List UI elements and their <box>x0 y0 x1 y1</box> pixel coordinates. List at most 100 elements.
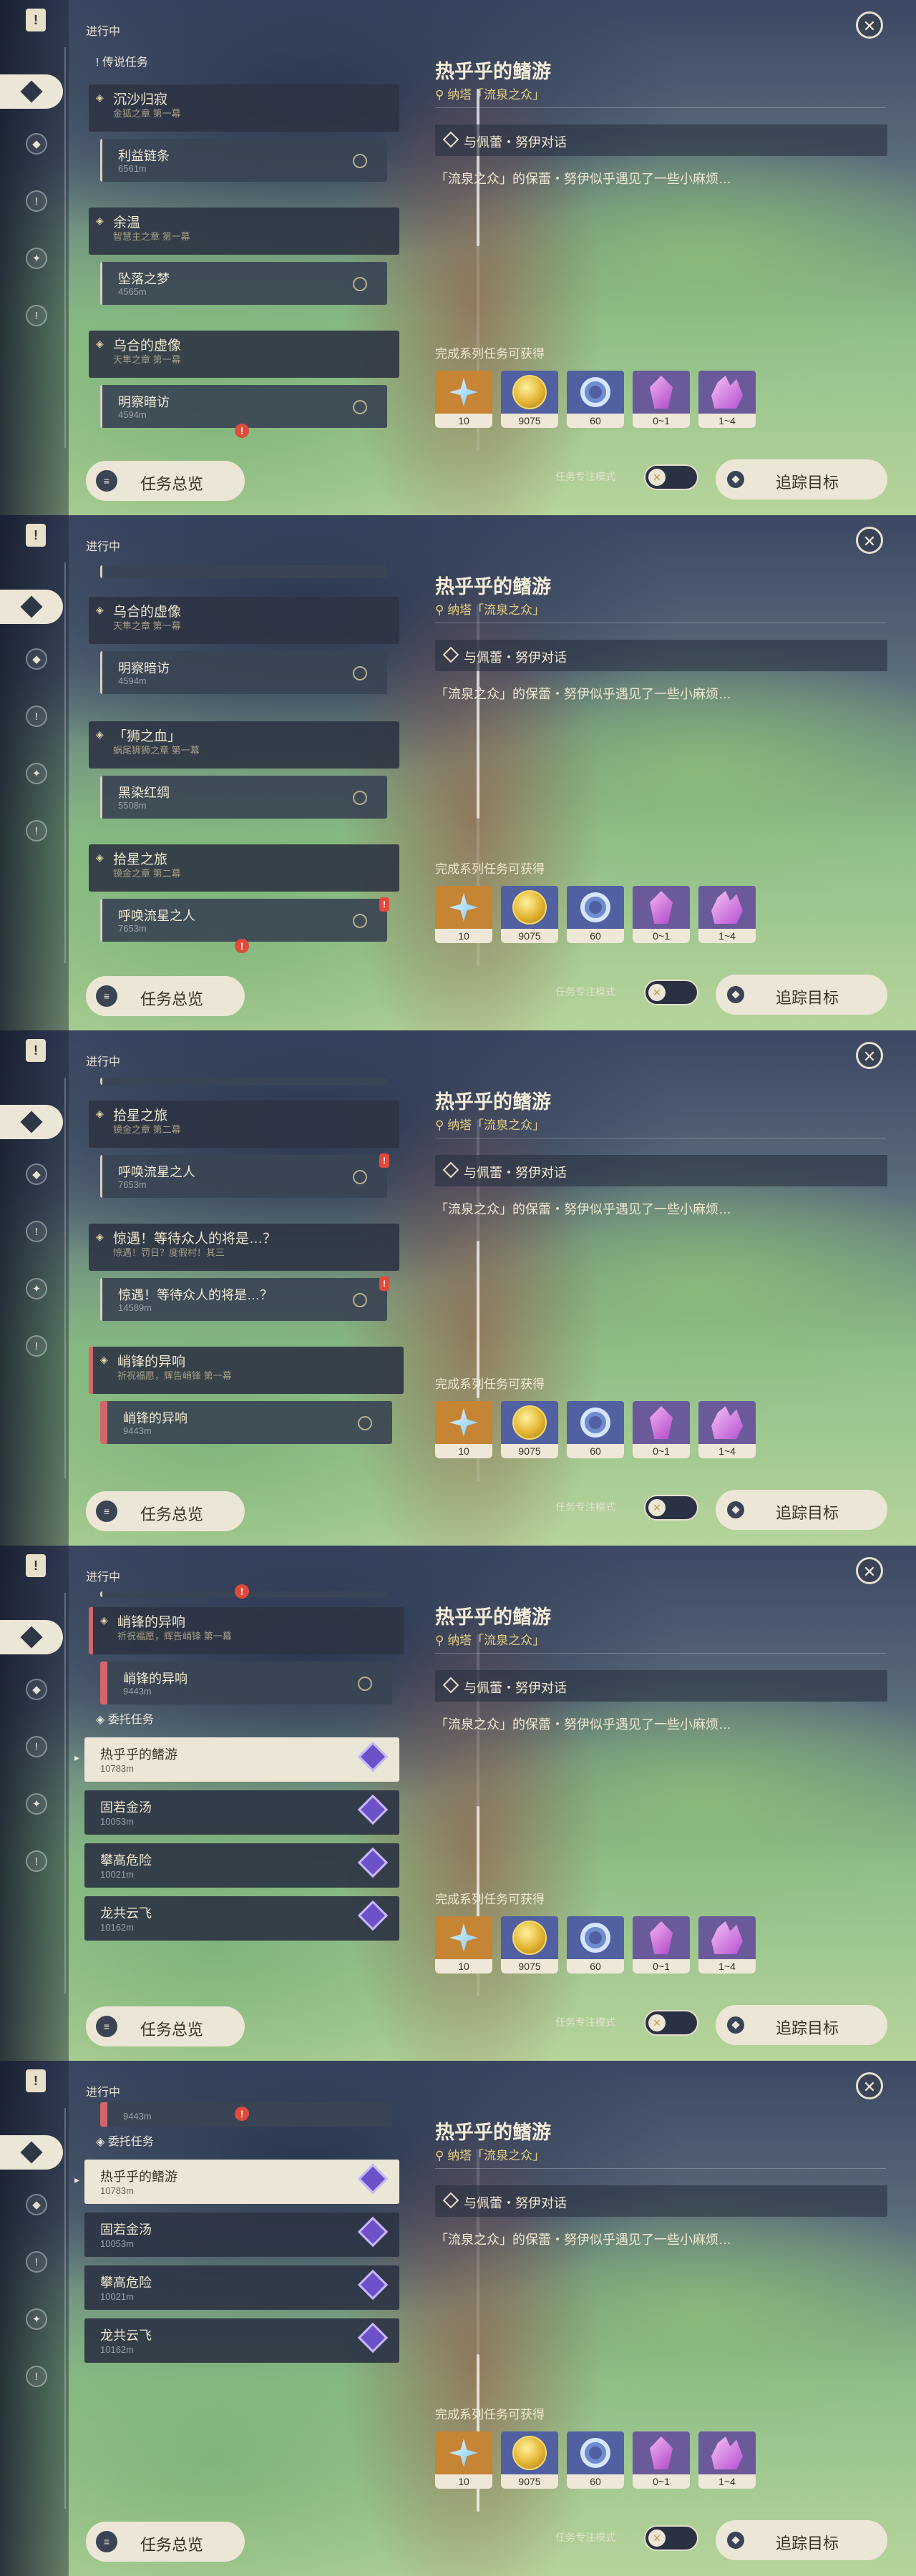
map-pin-icon[interactable] <box>353 666 367 680</box>
quest-step[interactable]: 黑染红绸 5508m <box>100 776 387 819</box>
nav-daily-icon[interactable]: ✦ <box>26 763 47 784</box>
nav-event-icon[interactable]: ! <box>26 706 47 727</box>
nav-exclaim-icon[interactable]: ! <box>26 305 47 326</box>
nav-event-icon[interactable]: ! <box>26 2251 47 2273</box>
focus-mode-toggle[interactable]: ✕ <box>644 1495 698 1521</box>
reward-item[interactable]: 0~1 <box>633 371 690 428</box>
quest-group[interactable]: ◈ 乌合的虚像 天隼之章 第一幕 <box>89 597 399 644</box>
nav-commission-selected[interactable] <box>0 74 63 109</box>
commission-item[interactable]: 热乎乎的鳍游 10783m <box>84 1737 399 1782</box>
map-pin-icon[interactable] <box>353 277 367 291</box>
focus-mode-toggle[interactable]: ✕ <box>644 2010 698 2036</box>
nav-commission-selected[interactable] <box>0 1620 63 1654</box>
quest-step-partial[interactable] <box>100 1078 387 1085</box>
reward-item[interactable]: 10 <box>435 2431 492 2489</box>
nav-world-quest-icon[interactable]: ◆ <box>26 133 47 155</box>
reward-item[interactable]: 10 <box>435 886 492 943</box>
quest-step-partial[interactable] <box>100 565 387 578</box>
track-target-button[interactable]: 追踪目标 <box>716 2520 887 2560</box>
nav-daily-icon[interactable]: ✦ <box>26 1278 47 1299</box>
quest-group[interactable]: ◈ 拾星之旅 镜金之章 第二幕 <box>89 844 399 892</box>
nav-event-icon[interactable]: ! <box>26 1221 47 1242</box>
nav-event-icon[interactable]: ! <box>26 190 47 212</box>
quest-overview-button[interactable]: ≡ 任务总览 <box>86 2522 245 2562</box>
commission-item[interactable]: 固若金汤 10053m <box>84 2212 399 2257</box>
reward-item[interactable]: 0~1 <box>633 2431 690 2489</box>
quest-book-icon[interactable]: ! <box>26 1039 46 1062</box>
reward-item[interactable]: 1~4 <box>698 1401 756 1458</box>
reward-item[interactable]: 9075 <box>501 1916 558 1974</box>
reward-item[interactable]: 60 <box>567 1916 624 1974</box>
nav-daily-icon[interactable]: ✦ <box>26 248 47 269</box>
focus-mode-toggle[interactable]: ✕ <box>644 464 698 490</box>
quest-book-icon[interactable]: ! <box>26 9 46 31</box>
nav-exclaim-icon[interactable]: ! <box>26 2366 47 2387</box>
close-button[interactable]: ✕ <box>856 2072 883 2099</box>
reward-item[interactable]: 0~1 <box>633 886 690 943</box>
quest-group[interactable]: ◈ 惊遇！等待众人的将是…？ 惊遇！罚日？度假村！其三 <box>89 1224 399 1271</box>
quest-overview-button[interactable]: ≡ 任务总览 <box>86 1491 245 1531</box>
track-target-button[interactable]: 追踪目标 <box>716 459 887 499</box>
quest-step[interactable]: 峭锋的异响 9443m <box>100 1401 392 1444</box>
quest-group[interactable]: ◈ 拾星之旅 镜金之章 第二幕 <box>89 1101 399 1148</box>
commission-item[interactable]: 龙共云飞 10162m <box>84 1896 399 1941</box>
reward-item[interactable]: 10 <box>435 371 492 428</box>
map-pin-icon[interactable] <box>353 914 367 928</box>
quest-group[interactable]: ◈ 「狮之血」 蜗尾狮狮之章 第一幕 <box>89 721 399 769</box>
reward-item[interactable]: 9075 <box>501 371 558 428</box>
close-button[interactable]: ✕ <box>856 1042 883 1069</box>
quest-overview-button[interactable]: ≡ 任务总览 <box>86 461 245 501</box>
reward-item[interactable]: 1~4 <box>698 371 756 428</box>
quest-step[interactable]: 呼唤流星之人 7653m <box>100 899 387 942</box>
quest-step[interactable]: 利益链条 6561m <box>100 139 387 182</box>
reward-item[interactable]: 60 <box>567 371 624 428</box>
track-target-button[interactable]: 追踪目标 <box>716 975 887 1015</box>
quest-group[interactable]: ◈ 沉沙归寂 金狐之章 第一幕 <box>89 84 399 132</box>
nav-world-quest-icon[interactable]: ◆ <box>26 648 47 670</box>
map-pin-icon[interactable] <box>353 400 367 414</box>
nav-exclaim-icon[interactable]: ! <box>26 1335 47 1357</box>
reward-item[interactable]: 9075 <box>501 886 558 943</box>
nav-commission-selected[interactable] <box>0 590 63 624</box>
close-button[interactable]: ✕ <box>856 1557 883 1584</box>
quest-step[interactable]: 明察暗访 4594m <box>100 651 387 694</box>
close-button[interactable]: ✕ <box>856 11 883 39</box>
quest-book-icon[interactable]: ! <box>26 524 46 547</box>
reward-item[interactable]: 0~1 <box>633 1401 690 1458</box>
focus-mode-toggle[interactable]: ✕ <box>644 2525 698 2551</box>
track-target-button[interactable]: 追踪目标 <box>716 2005 887 2045</box>
quest-step[interactable]: 坠落之梦 4565m <box>100 262 387 305</box>
commission-item[interactable]: 固若金汤 10053m <box>84 1790 399 1835</box>
nav-exclaim-icon[interactable]: ! <box>26 820 47 841</box>
quest-group[interactable]: ◈ 余温 智慧主之章 第一幕 <box>89 208 399 255</box>
quest-step[interactable]: 明察暗访 4594m <box>100 385 387 428</box>
map-pin-icon[interactable] <box>358 1677 372 1691</box>
quest-group[interactable]: ◈ 峭锋的异响 祈祝福愿，辉告峭锋 第一幕 <box>89 1607 404 1654</box>
reward-item[interactable]: 10 <box>435 1916 492 1974</box>
map-pin-icon[interactable] <box>353 154 367 168</box>
nav-commission-selected[interactable] <box>0 1105 63 1139</box>
quest-step[interactable]: 呼唤流星之人 7653m <box>100 1155 387 1198</box>
commission-item[interactable]: 龙共云飞 10162m <box>84 2318 399 2363</box>
quest-book-icon[interactable]: ! <box>26 2069 46 2092</box>
commission-item[interactable]: 攀高危险 10021m <box>84 1843 399 1888</box>
track-target-button[interactable]: 追踪目标 <box>716 1490 887 1530</box>
reward-item[interactable]: 10 <box>435 1401 492 1458</box>
map-pin-icon[interactable] <box>353 791 367 805</box>
commission-item[interactable]: 热乎乎的鳍游 10783m <box>84 2160 399 2204</box>
nav-exclaim-icon[interactable]: ! <box>26 1850 47 1872</box>
nav-world-quest-icon[interactable]: ◆ <box>26 1679 47 1700</box>
map-pin-icon[interactable] <box>353 1293 367 1307</box>
reward-item[interactable]: 9075 <box>501 1401 558 1458</box>
reward-item[interactable]: 1~4 <box>698 1916 756 1974</box>
reward-item[interactable]: 0~1 <box>633 1916 690 1974</box>
reward-item[interactable]: 1~4 <box>698 2431 756 2489</box>
nav-daily-icon[interactable]: ✦ <box>26 1793 47 1815</box>
nav-world-quest-icon[interactable]: ◆ <box>26 1163 47 1185</box>
quest-overview-button[interactable]: ≡ 任务总览 <box>86 2006 245 2046</box>
nav-world-quest-icon[interactable]: ◆ <box>26 2194 47 2215</box>
quest-overview-button[interactable]: ≡ 任务总览 <box>86 976 245 1016</box>
reward-item[interactable]: 60 <box>567 886 624 943</box>
focus-mode-toggle[interactable]: ✕ <box>644 980 698 1005</box>
reward-item[interactable]: 60 <box>567 2431 624 2489</box>
